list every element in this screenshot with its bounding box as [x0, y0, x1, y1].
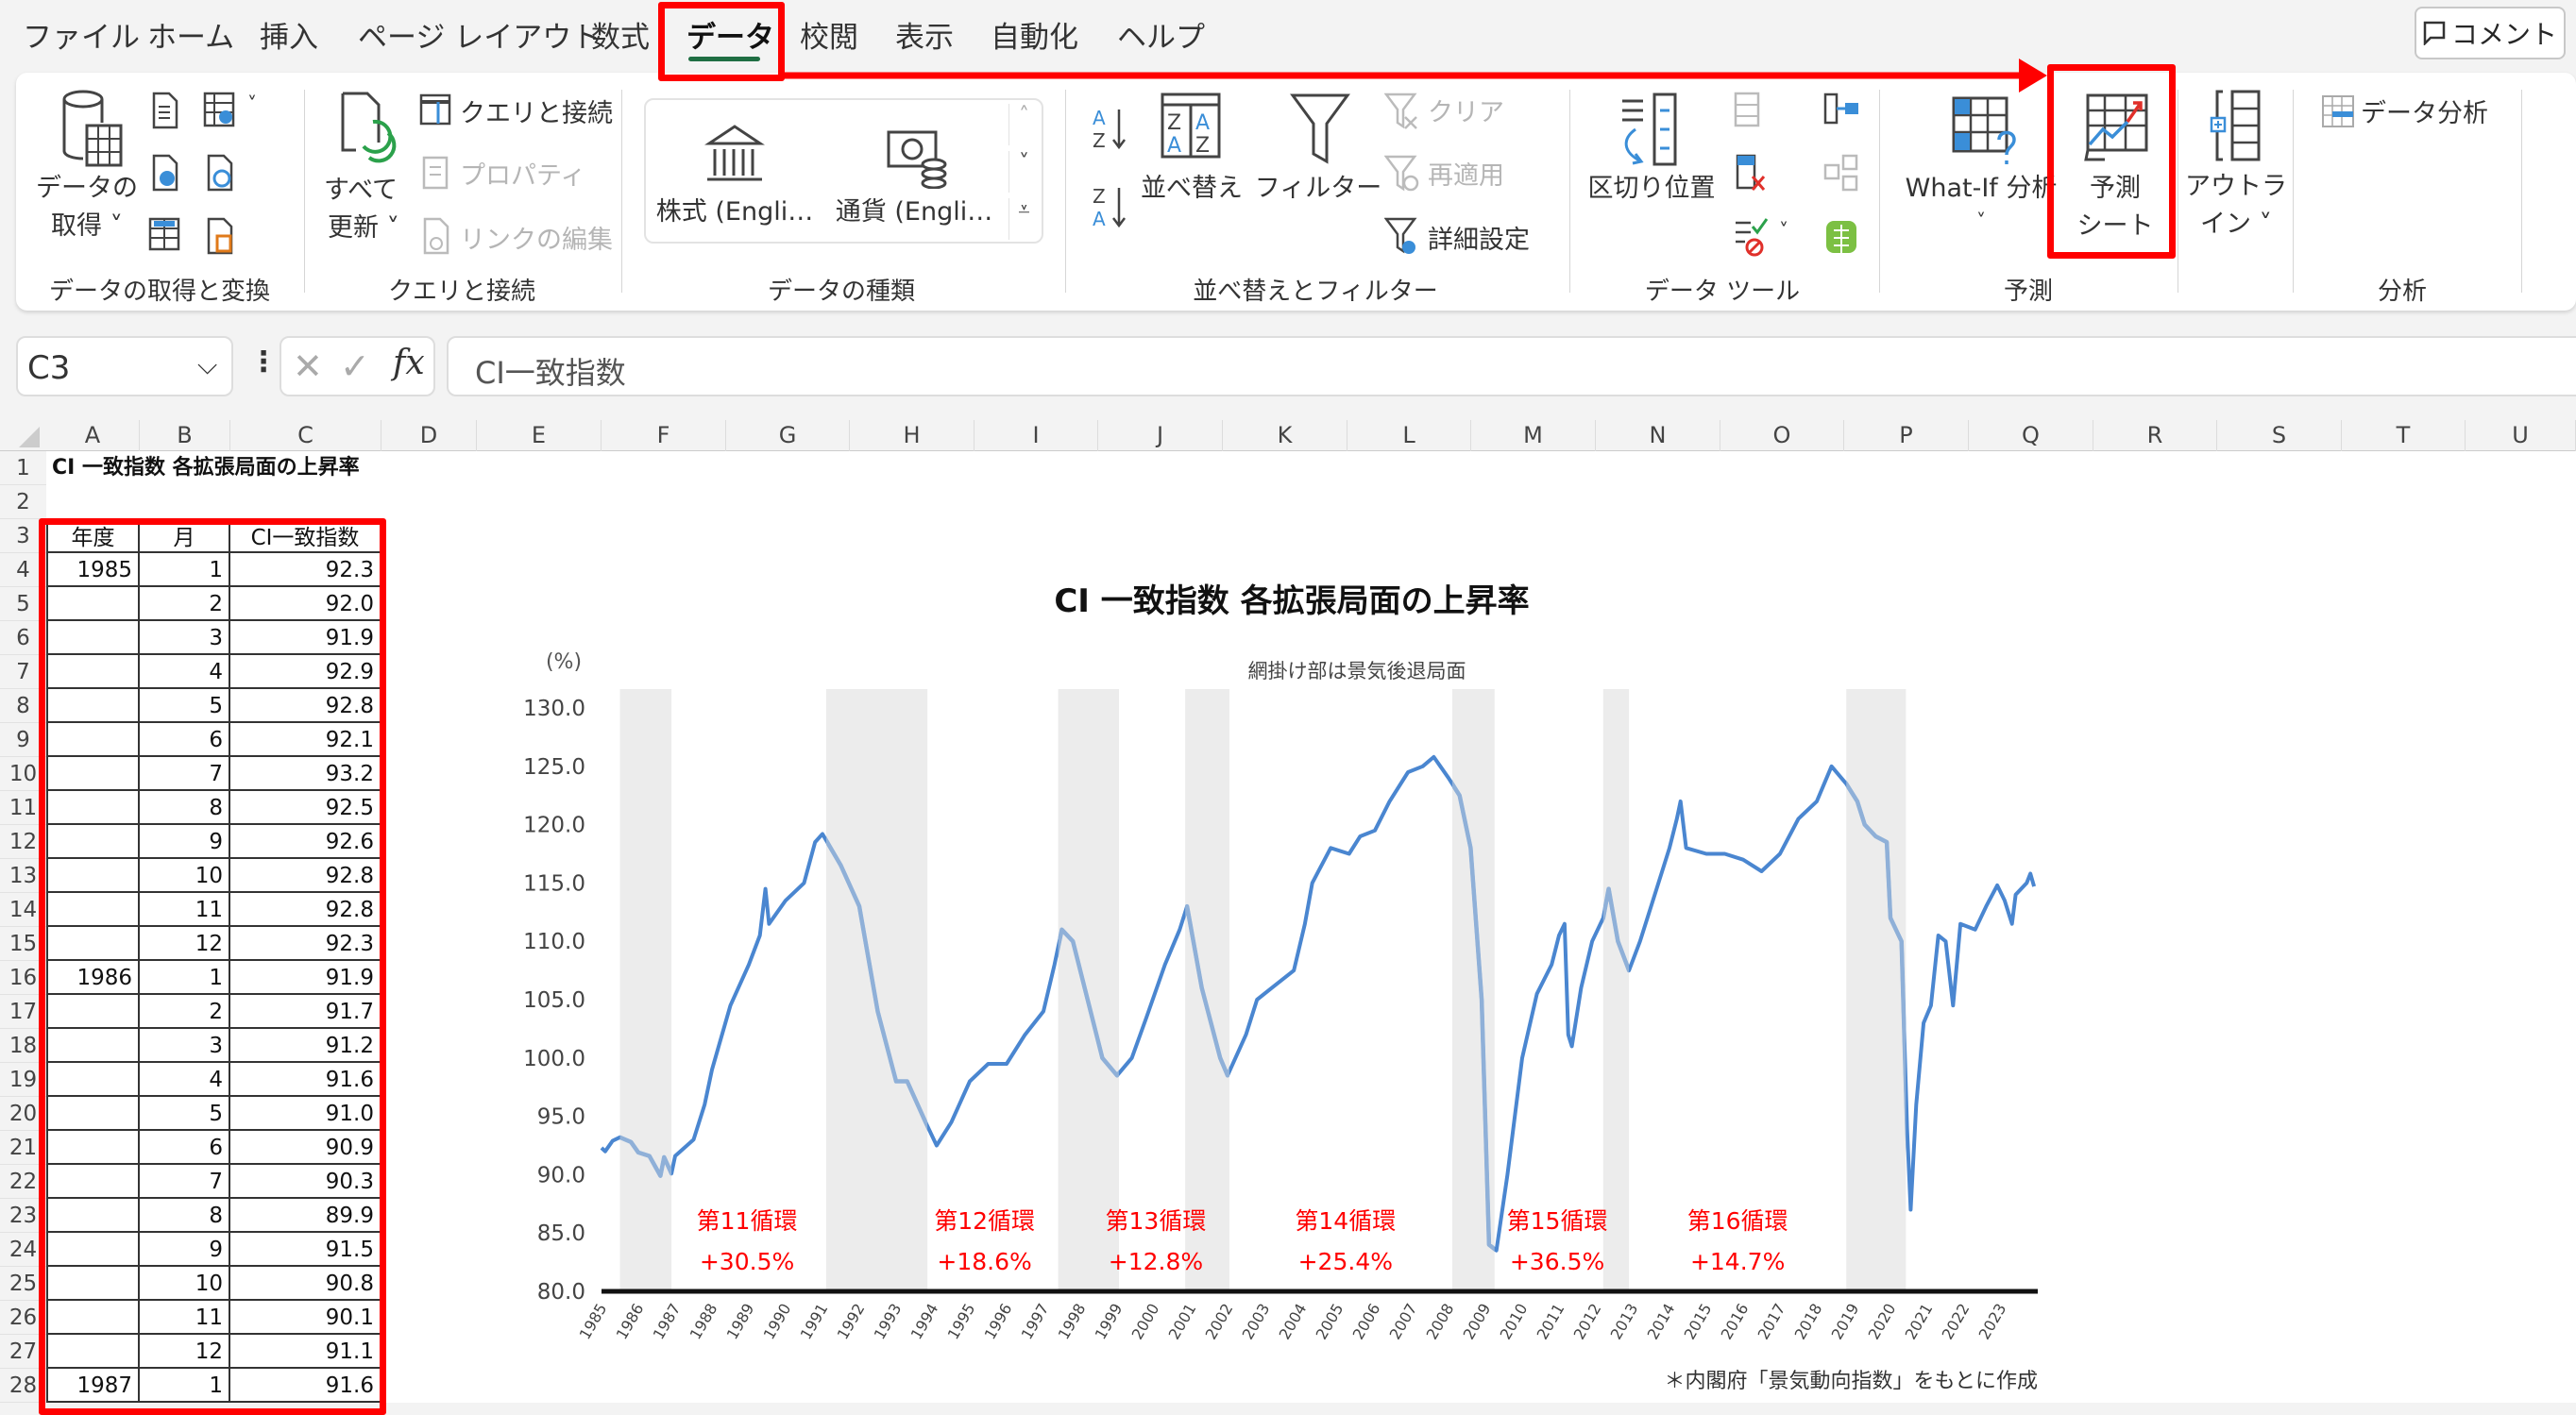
y-tick-label: 115.0	[523, 871, 585, 896]
chart-title: CI 一致指数 各拡張局面の上昇率	[1054, 582, 1529, 620]
chart-subtitle: 網掛け部は景気後退局面	[1248, 660, 1466, 682]
cycle-rise-label: +36.5%	[1510, 1248, 1604, 1275]
x-tick-label: 1988	[686, 1301, 721, 1343]
cycle-rise-label: +18.6%	[937, 1248, 1031, 1275]
cycle-label: 第16循環	[1687, 1207, 1788, 1235]
cycle-label: 第15循環	[1507, 1207, 1608, 1235]
x-tick-label: 2003	[1239, 1301, 1274, 1343]
x-tick-label: 2014	[1644, 1301, 1679, 1343]
cycle-label: 第11循環	[697, 1207, 798, 1235]
recession-band	[1058, 689, 1119, 1291]
cycle-label: 第13循環	[1106, 1207, 1207, 1235]
x-tick-label: 1998	[1055, 1301, 1090, 1343]
y-tick-label: 85.0	[537, 1221, 585, 1246]
cycle-rise-label: +14.7%	[1690, 1248, 1785, 1275]
y-tick-label: 80.0	[537, 1280, 585, 1305]
x-tick-label: 2000	[1128, 1301, 1163, 1343]
highlight-data-range	[39, 518, 386, 1415]
annotation-arrow	[784, 59, 2047, 93]
x-tick-label: 2013	[1607, 1301, 1642, 1343]
y-tick-label: 110.0	[523, 930, 585, 954]
x-tick-label: 1993	[871, 1301, 906, 1343]
recession-band	[1846, 689, 1907, 1291]
y-axis-unit-label: (%)	[546, 650, 582, 674]
x-tick-label: 2011	[1534, 1301, 1568, 1343]
x-tick-label: 1987	[650, 1301, 685, 1343]
y-tick-label: 95.0	[537, 1105, 585, 1130]
y-tick-label: 130.0	[523, 697, 585, 721]
x-tick-label: 2023	[1975, 1301, 2010, 1343]
x-tick-label: 2016	[1718, 1301, 1753, 1343]
x-tick-label: 2022	[1939, 1301, 1974, 1343]
cycle-rise-label: +30.5%	[700, 1248, 794, 1275]
x-tick-label: 2019	[1828, 1301, 1863, 1343]
x-tick-label: 1991	[797, 1301, 832, 1343]
x-tick-label: 1985	[576, 1301, 611, 1343]
x-tick-label: 2005	[1313, 1301, 1347, 1343]
x-tick-label: 2007	[1386, 1301, 1421, 1343]
x-tick-label: 2018	[1791, 1301, 1826, 1343]
x-tick-label: 1992	[834, 1301, 869, 1343]
ci-series-line	[600, 754, 2037, 1253]
recession-band	[619, 689, 672, 1291]
x-tick-label: 1986	[613, 1301, 648, 1343]
chart-footnote: ＊内閣府「景気動向指数」をもとに作成	[1664, 1370, 2038, 1393]
x-tick-label: 1996	[981, 1301, 1016, 1343]
recession-band	[825, 689, 928, 1291]
cycle-rise-label: +12.8%	[1109, 1248, 1203, 1275]
x-tick-label: 2002	[1202, 1301, 1237, 1343]
recession-band	[1185, 689, 1229, 1291]
cycle-label: 第12循環	[934, 1207, 1035, 1235]
x-tick-label: 1994	[907, 1301, 942, 1343]
x-tick-label: 2010	[1497, 1301, 1532, 1343]
x-tick-label: 1989	[723, 1301, 758, 1343]
y-tick-label: 120.0	[523, 814, 585, 838]
y-tick-label: 100.0	[523, 1047, 585, 1071]
x-tick-label: 2006	[1349, 1301, 1384, 1343]
x-tick-label: 2020	[1865, 1301, 1900, 1343]
x-tick-label: 2021	[1902, 1301, 1937, 1343]
y-tick-label: 90.0	[537, 1163, 585, 1188]
x-tick-label: 2001	[1165, 1301, 1200, 1343]
ci-series-line-recession	[619, 754, 1907, 1253]
x-tick-label: 2017	[1754, 1301, 1789, 1343]
x-tick-label: 1999	[1092, 1301, 1127, 1343]
cycle-rise-label: +25.4%	[1298, 1248, 1393, 1275]
recession-band	[1602, 689, 1630, 1291]
y-tick-label: 125.0	[523, 755, 585, 780]
x-tick-label: 1995	[944, 1301, 979, 1343]
x-tick-label: 1997	[1018, 1301, 1053, 1343]
x-tick-label: 2015	[1681, 1301, 1716, 1343]
x-tick-label: 2004	[1276, 1301, 1311, 1343]
x-tick-label: 2008	[1423, 1301, 1458, 1343]
x-tick-label: 1990	[760, 1301, 795, 1343]
cycle-label: 第14循環	[1295, 1207, 1396, 1235]
highlight-forecast-sheet	[2047, 64, 2176, 259]
x-tick-label: 2012	[1570, 1301, 1605, 1343]
x-tick-label: 2009	[1460, 1301, 1495, 1343]
y-tick-label: 105.0	[523, 988, 585, 1013]
